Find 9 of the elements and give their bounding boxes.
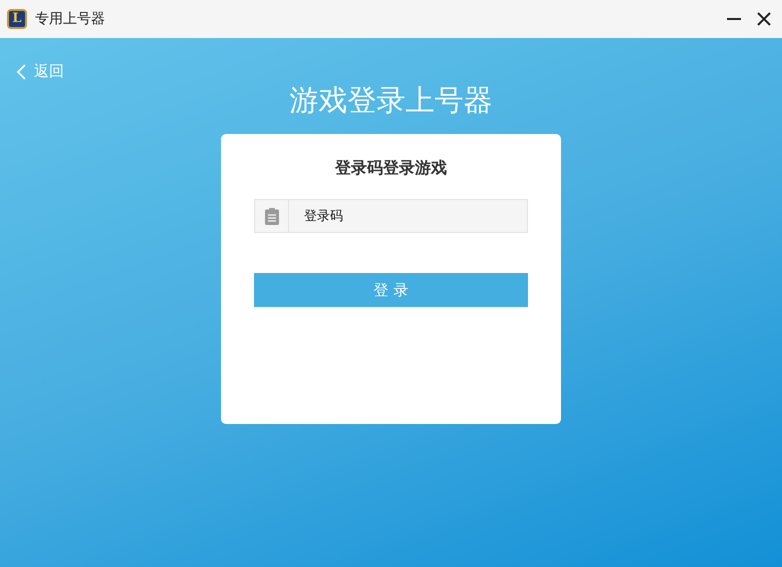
close-icon[interactable] bbox=[756, 11, 772, 27]
card-title: 登录码登录游戏 bbox=[335, 158, 447, 179]
login-code-input[interactable]: 登录码 bbox=[289, 200, 527, 232]
clipboard-icon bbox=[264, 208, 278, 224]
window-title: 专用上号器 bbox=[35, 10, 105, 28]
app-logo: L bbox=[7, 9, 27, 29]
page-heading: 游戏登录上号器 bbox=[290, 82, 492, 118]
login-code-field[interactable]: 登录码 bbox=[254, 199, 528, 233]
chevron-left-icon bbox=[15, 64, 27, 80]
